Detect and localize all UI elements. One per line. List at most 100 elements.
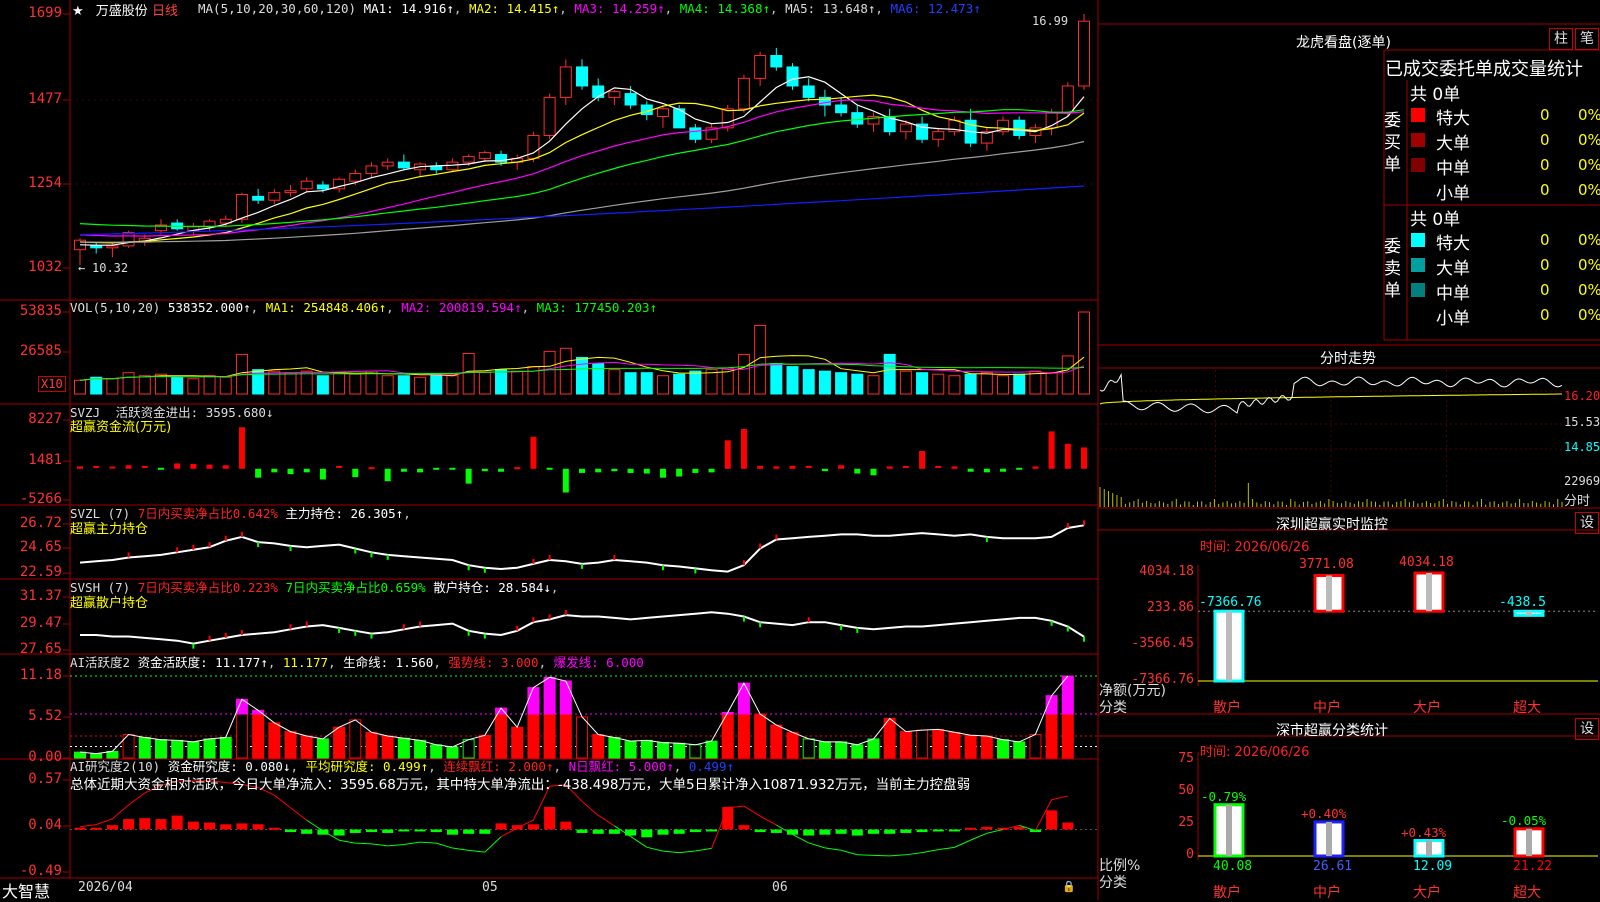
volume-bar: [998, 376, 1009, 394]
monitor-bar-value: 4034.18: [1399, 555, 1454, 570]
volume-bar: [1062, 356, 1073, 394]
fundflow-bar: [109, 467, 115, 469]
ai-strong: 强势线: 3.000: [448, 655, 538, 670]
fundflow-bar: [433, 468, 439, 470]
ai2-axis-label: -0.49: [0, 863, 62, 879]
ma-params: MA(5,10,20,30,60,120): [198, 1, 356, 16]
research-bar: [220, 824, 231, 829]
candle-body: [560, 67, 571, 97]
candle-body: [366, 166, 377, 174]
buy-row-count: 0: [1540, 106, 1550, 124]
candle-body: [690, 128, 701, 139]
research-bar: [641, 829, 652, 837]
volume-bar: [884, 354, 895, 394]
fundflow-bar: [223, 465, 229, 469]
activity-bar: [722, 714, 733, 758]
stock-name[interactable]: 万盛股份: [96, 4, 148, 19]
monitor-settings-button[interactable]: 设: [1575, 512, 1599, 534]
volume-bar: [1079, 312, 1090, 394]
research-trend-line: [857, 855, 873, 856]
class-time: 时间: 2026/06/26: [1200, 741, 1309, 760]
research-bar: [75, 828, 86, 830]
candle-body: [317, 185, 328, 189]
svsh-ratio2: 7日内买卖净占比0.659%: [285, 580, 425, 595]
svsh-line: [80, 612, 1084, 643]
sell-row-count: 0: [1540, 281, 1550, 299]
activity-bar: [334, 727, 345, 758]
research-trend-line: [825, 848, 841, 850]
research-bar: [965, 828, 976, 830]
fundflow-bar: [498, 469, 504, 472]
activity-bar: [819, 742, 830, 758]
high-price-mark: 16.99: [1032, 14, 1068, 28]
activity-bar: [269, 723, 280, 758]
ai-header: AI活跃度2 资金活跃度: 11.177↑, 11.177, 生命线: 1.56…: [70, 652, 644, 671]
class-settings-button[interactable]: 设: [1575, 718, 1599, 740]
research-bar: [334, 829, 345, 835]
research-trend-line: [598, 815, 614, 825]
activity-bar: [1046, 714, 1057, 758]
research-bar: [496, 823, 507, 829]
research-trend-line: [728, 806, 744, 807]
research-trend-line: [841, 850, 857, 855]
monitor-bar-value: -7366.76: [1199, 595, 1262, 610]
candle-body: [933, 132, 944, 140]
fundflow-bar: [628, 469, 634, 473]
fundflow-bar: [968, 469, 974, 472]
fundflow-bar: [1049, 431, 1055, 468]
x-date-1: 2026/04: [78, 880, 133, 895]
candle-body: [253, 196, 264, 200]
star-icon[interactable]: ★: [72, 4, 84, 19]
svsh-axis-label: 29.47: [0, 615, 62, 631]
candle-body: [528, 135, 539, 158]
research-trend-line: [809, 843, 825, 848]
tick-view-button[interactable]: 笔: [1575, 28, 1599, 50]
column-view-button[interactable]: 柱: [1549, 28, 1573, 50]
research-bar: [917, 829, 928, 832]
volume-bar: [350, 374, 361, 394]
svzj-axis-label: 8227: [0, 411, 62, 427]
candle-body: [463, 156, 474, 162]
volume-bar: [220, 377, 231, 394]
research-trend-line: [663, 851, 679, 853]
ai-axis-label: 11.18: [0, 667, 62, 683]
buy-row-name: 小单: [1436, 179, 1470, 204]
volume-bar: [900, 371, 911, 394]
research-trend-line: [582, 801, 598, 815]
class-bar-shine: [1226, 805, 1232, 856]
research-trend-line: [112, 805, 128, 819]
period-label[interactable]: 日线: [152, 4, 178, 19]
volume-bar: [577, 357, 588, 394]
research-bar: [528, 824, 539, 829]
activity-bar: [1030, 735, 1041, 758]
research-bar: [657, 829, 668, 834]
ai-axis-label: 0.00: [0, 749, 62, 765]
research-bar: [269, 828, 280, 830]
research-trend-line: [971, 833, 987, 840]
activity-bar: [609, 737, 620, 758]
candle-body: [1014, 120, 1025, 135]
fundflow-bar: [660, 469, 666, 478]
research-trend-line: [452, 848, 468, 850]
volume-bar: [787, 367, 798, 394]
research-trend-line: [355, 843, 371, 844]
buy-row-count: 0: [1540, 156, 1550, 174]
research-trend-line: [371, 844, 387, 846]
activity-bar: [787, 732, 798, 758]
ai2-code: AI研究度2(10): [70, 759, 160, 774]
class-axis-label: 25: [1150, 815, 1194, 830]
activity-burst-bar: [560, 681, 571, 714]
svzl-ratio: 7日内买卖净占比0.642%: [138, 506, 278, 521]
ai2-axis-label: 0.57: [0, 771, 62, 787]
buy-total: 共 0单: [1410, 80, 1460, 105]
candle-body: [771, 56, 782, 67]
volume-bar: [496, 370, 507, 394]
class-axis-label: 0: [1150, 847, 1194, 862]
sell-color-swatch: [1411, 258, 1425, 272]
research-bar: [755, 829, 766, 832]
research-bar: [884, 829, 895, 833]
svzl-axis-label: 24.65: [0, 539, 62, 555]
volume-bar: [625, 373, 636, 394]
lock-icon[interactable]: 🔒: [1062, 880, 1076, 893]
svzj-axis-label: 1481: [0, 452, 62, 468]
